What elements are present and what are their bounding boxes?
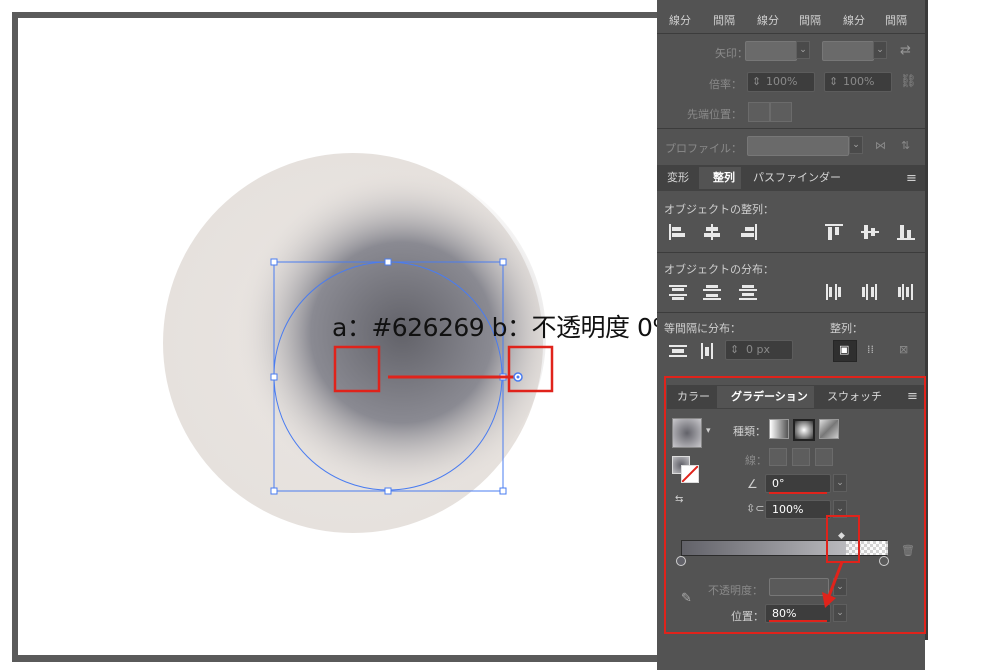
align-top-icon[interactable]: [825, 224, 843, 240]
flip-along-icon[interactable]: ⇅: [901, 139, 910, 152]
arrow-label: 矢印：: [715, 47, 748, 60]
tab-transform[interactable]: 変形: [661, 167, 695, 189]
align-tabbar: 変形 整列 パスファインダー ≡: [657, 165, 925, 191]
gradient-panel-highlight: [664, 376, 926, 634]
profile-dropdown[interactable]: ⌄: [849, 136, 863, 154]
space-vertical-icon[interactable]: [669, 343, 687, 359]
profile-label: プロファイル：: [665, 142, 742, 155]
align-to-selection-button[interactable]: ▣: [833, 340, 857, 362]
scale-label: 倍率：: [709, 78, 742, 91]
canvas-scrollbar-strip: [12, 655, 682, 661]
gap-label-2: 間隔: [799, 14, 821, 27]
arrow-end-dropdown[interactable]: ⌄: [873, 41, 887, 59]
distribute-vcenter-icon[interactable]: [703, 284, 721, 300]
distribute-hcenter-icon[interactable]: [861, 284, 879, 300]
distribute-top-icon[interactable]: [669, 284, 687, 300]
dash-gap-row: 線分 間隔 線分 間隔 線分 間隔: [657, 8, 925, 30]
align-bottom-icon[interactable]: [897, 224, 915, 240]
gap-label-1: 間隔: [713, 14, 735, 27]
midpoint-highlight: [826, 515, 860, 563]
profile-select[interactable]: [747, 136, 849, 156]
flip-axis-icon[interactable]: ⋈: [875, 139, 886, 152]
distribute-left-icon[interactable]: [825, 284, 843, 300]
dash-label-1: 線分: [669, 14, 691, 27]
arrow-annotation: [822, 561, 844, 608]
scale-end-field[interactable]: ⇕ 100%: [824, 72, 892, 92]
align-hcenter-icon[interactable]: [703, 224, 721, 240]
space-horizontal-icon[interactable]: [699, 343, 717, 359]
position-underline: [769, 620, 827, 622]
tab-pathfinder[interactable]: パスファインダー: [747, 167, 847, 189]
arrow-start-dropdown[interactable]: ⌄: [796, 41, 810, 59]
tab-align[interactable]: 整列: [699, 167, 741, 189]
dash-label-2: 線分: [757, 14, 779, 27]
distribute-bottom-icon[interactable]: [739, 284, 757, 300]
arrow-end-select[interactable]: [822, 41, 874, 61]
tip-extend-button[interactable]: [748, 102, 770, 122]
align-left-icon[interactable]: [669, 224, 687, 240]
menu-icon[interactable]: ≡: [906, 171, 917, 186]
align-right-icon[interactable]: [739, 224, 757, 240]
align-objects-title: オブジェクトの整列：: [664, 203, 774, 216]
dash-label-3: 線分: [843, 14, 865, 27]
align-to-artboard-icon[interactable]: ⁞⁞: [867, 343, 874, 356]
align-to-key-object-icon[interactable]: ⊠: [899, 343, 908, 356]
gap-label-3: 間隔: [885, 14, 907, 27]
tip-place-button[interactable]: [770, 102, 792, 122]
link-icon[interactable]: ⛓: [900, 74, 917, 89]
angle-underline: [769, 492, 827, 494]
scale-start-field[interactable]: ⇕ 100%: [747, 72, 815, 92]
spacing-value-field[interactable]: ⇕ 0 px: [725, 340, 793, 360]
screen: a：#626269 b：不透明度 0% 線分 間隔 線分 間隔 線分 間隔 矢印…: [0, 0, 1000, 670]
tip-position-label: 先端位置：: [687, 108, 742, 121]
align-to-title: 整列：: [830, 322, 863, 335]
distribute-right-icon[interactable]: [897, 284, 915, 300]
align-vcenter-icon[interactable]: [861, 224, 879, 240]
swap-icon[interactable]: ⇄: [900, 43, 911, 58]
annotation-caption: a：#626269 b：不透明度 0%: [332, 313, 676, 342]
arrow-start-select[interactable]: [745, 41, 797, 61]
distribute-spacing-title: 等間隔に分布：: [664, 322, 741, 335]
distribute-objects-title: オブジェクトの分布：: [664, 263, 774, 276]
